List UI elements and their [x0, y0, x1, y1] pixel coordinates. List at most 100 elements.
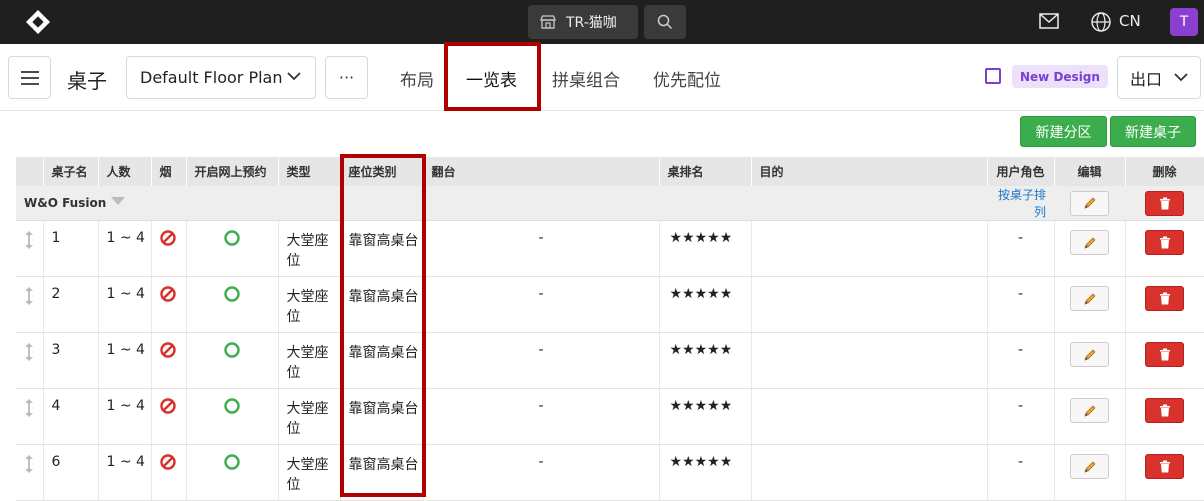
table-row[interactable]: 3 1 ~ 4 大堂座位 靠窗高桌台 - ★★★★★ - [16, 332, 1204, 389]
cell-people: 1 ~ 4 [98, 332, 152, 389]
trash-icon [1159, 236, 1170, 249]
header-turn[interactable]: 翻台 [423, 157, 660, 186]
cell-rank: ★★★★★ [659, 388, 752, 445]
header-people[interactable]: 人数 [98, 157, 152, 186]
new-design-badge[interactable]: New Design [1012, 65, 1108, 88]
delete-group-button[interactable] [1145, 190, 1184, 216]
header-role[interactable]: 用户角色 [987, 157, 1055, 186]
tab-layout[interactable]: 布局 [400, 66, 434, 91]
group-row: W&O Fusion 按桌子排列 [16, 186, 1204, 221]
header-drag [16, 157, 44, 186]
cell-online [186, 388, 279, 445]
tab-combine[interactable]: 拼桌组合 [552, 66, 620, 91]
table-row[interactable]: 2 1 ~ 4 大堂座位 靠窗高桌台 - ★★★★★ - [16, 276, 1204, 333]
floor-plan-select[interactable]: Default Floor Plan [126, 56, 316, 99]
cell-delete [1125, 276, 1204, 333]
pencil-icon [1083, 292, 1096, 305]
no-smoking-icon [159, 230, 176, 246]
cell-people: 1 ~ 4 [98, 444, 152, 501]
drag-handle[interactable] [16, 220, 44, 277]
more-button[interactable]: ··· [325, 56, 368, 99]
pencil-icon [1083, 236, 1096, 249]
cell-online [186, 276, 279, 333]
language-selector[interactable]: CN [1119, 12, 1141, 30]
drag-handle[interactable] [16, 276, 44, 333]
trash-icon [1159, 292, 1170, 305]
cell-type: 大堂座位 [278, 332, 341, 389]
cell-name: 2 [43, 276, 99, 333]
avatar[interactable]: T [1170, 8, 1198, 36]
app-logo-icon[interactable] [24, 8, 52, 36]
cell-rank: ★★★★★ [659, 276, 752, 333]
enabled-circle-icon [224, 454, 240, 470]
cell-purpose [751, 388, 988, 445]
cell-delete [1125, 332, 1204, 389]
cell-smoke [151, 388, 187, 445]
hamburger-icon [20, 70, 39, 85]
cell-name: 6 [43, 444, 99, 501]
drag-handle-icon [25, 231, 34, 249]
cell-rank: ★★★★★ [659, 332, 752, 389]
no-smoking-icon [159, 286, 176, 302]
delete-button[interactable] [1145, 230, 1184, 255]
trash-icon [1159, 404, 1170, 417]
edit-button[interactable] [1070, 286, 1109, 311]
header-smoke[interactable]: 烟 [151, 157, 187, 186]
drag-handle[interactable] [16, 388, 44, 445]
cell-people: 1 ~ 4 [98, 276, 152, 333]
top-bar: TR-猫咖 CN T [0, 0, 1204, 44]
cell-turn: - [423, 332, 660, 389]
store-name: TR-猫咖 [566, 15, 617, 31]
cell-people: 1 ~ 4 [98, 388, 152, 445]
drag-handle[interactable] [16, 332, 44, 389]
group-toggle[interactable]: W&O Fusion [16, 196, 186, 210]
search-button[interactable] [644, 5, 686, 39]
chevron-down-icon [1174, 73, 1188, 82]
seat-column-highlight-box [340, 154, 426, 497]
page-header: 桌子 Default Floor Plan ··· 布局 一览表 拼桌组合 优先… [0, 44, 1204, 111]
export-button[interactable]: 出口 [1117, 56, 1201, 99]
cell-name: 1 [43, 220, 99, 277]
new-design-checkbox[interactable] [985, 68, 1001, 84]
edit-group-button[interactable] [1070, 190, 1109, 216]
delete-button[interactable] [1145, 342, 1184, 367]
drag-handle[interactable] [16, 444, 44, 501]
table-row[interactable]: 1 1 ~ 4 大堂座位 靠窗高桌台 - ★★★★★ - [16, 220, 1204, 277]
chevron-down-icon [287, 72, 301, 81]
header-name[interactable]: 桌子名 [43, 157, 99, 186]
cell-name: 4 [43, 388, 99, 445]
delete-button[interactable] [1145, 286, 1184, 311]
header-online[interactable]: 开启网上预约 [186, 157, 279, 186]
mail-icon[interactable] [1039, 12, 1059, 34]
menu-button[interactable] [8, 56, 51, 99]
store-selector[interactable]: TR-猫咖 [528, 5, 638, 39]
new-section-button[interactable]: 新建分区 [1020, 116, 1107, 147]
cell-role: - [987, 276, 1055, 333]
trash-icon [1159, 348, 1170, 361]
globe-icon[interactable] [1090, 11, 1112, 37]
delete-button[interactable] [1145, 398, 1184, 423]
cell-smoke [151, 332, 187, 389]
sort-by-table-link[interactable]: 按桌子排列 [998, 188, 1046, 219]
header-purpose[interactable]: 目的 [751, 157, 988, 186]
drag-handle-icon [25, 343, 34, 361]
header-type[interactable]: 类型 [278, 157, 341, 186]
edit-button[interactable] [1070, 454, 1109, 479]
drag-handle-icon [25, 399, 34, 417]
floor-plan-value: Default Floor Plan [140, 68, 283, 87]
delete-button[interactable] [1145, 454, 1184, 479]
enabled-circle-icon [224, 230, 240, 246]
cell-rank: ★★★★★ [659, 220, 752, 277]
cell-rank: ★★★★★ [659, 444, 752, 501]
new-table-button[interactable]: 新建桌子 [1110, 116, 1196, 147]
table-row[interactable]: 6 1 ~ 4 大堂座位 靠窗高桌台 - ★★★★★ - [16, 444, 1204, 501]
cell-type: 大堂座位 [278, 220, 341, 277]
edit-button[interactable] [1070, 342, 1109, 367]
pencil-icon [1083, 348, 1096, 361]
tab-priority[interactable]: 优先配位 [653, 66, 721, 91]
edit-button[interactable] [1070, 230, 1109, 255]
table-row[interactable]: 4 1 ~ 4 大堂座位 靠窗高桌台 - ★★★★★ - [16, 388, 1204, 445]
cell-edit [1054, 220, 1126, 277]
header-rank[interactable]: 桌排名 [659, 157, 752, 186]
edit-button[interactable] [1070, 398, 1109, 423]
